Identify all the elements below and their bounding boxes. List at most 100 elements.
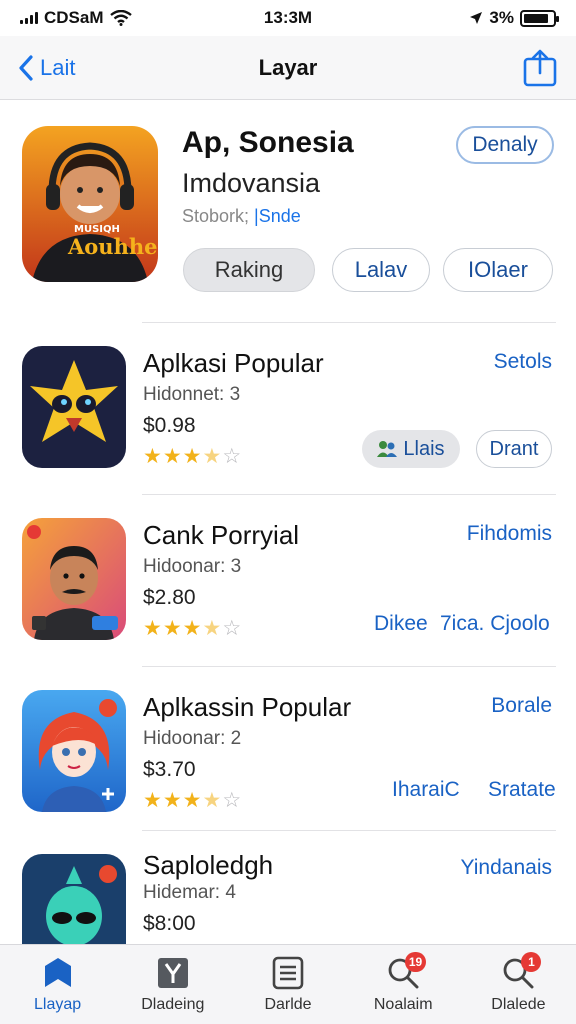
- app-developer: Hidemar: 4: [143, 882, 236, 903]
- app-link[interactable]: Fihdomis: [467, 522, 552, 546]
- status-bar: CDSaM 13:3M 3%: [0, 0, 576, 36]
- tab-dlalede[interactable]: 1 Dlalede: [461, 945, 576, 1024]
- share-button[interactable]: [418, 49, 558, 87]
- app-icon[interactable]: [22, 690, 126, 812]
- chevron-left-icon: [19, 54, 33, 81]
- carrier-label: CDSaM: [44, 8, 104, 27]
- y-box-icon: [156, 956, 190, 990]
- app-developer: Hidonnet: 3: [143, 384, 241, 405]
- featured-app: MUSIQH Aouhhe Ap, Sonesia Imdovansia Sto…: [0, 100, 576, 322]
- star-icon: ☆: [222, 445, 242, 468]
- app-price: $3.70: [143, 758, 196, 781]
- app-name: Aplkasi Popular: [143, 348, 324, 378]
- icon-text-main: Aouhhe: [68, 234, 158, 259]
- get-button[interactable]: Denaly: [456, 126, 554, 164]
- tab-llayap[interactable]: Llayap: [0, 945, 115, 1024]
- action-button[interactable]: Drant: [476, 430, 552, 468]
- app-price: $0.98: [143, 414, 196, 437]
- featured-subtitle: Imdovansia: [182, 168, 321, 198]
- star-creature-icon: [22, 346, 126, 468]
- app-price: $8:00: [143, 912, 196, 935]
- app-price: $2.80: [143, 586, 196, 609]
- star-icon: ★: [182, 617, 202, 640]
- featured-app-icon[interactable]: MUSIQH Aouhhe: [22, 126, 158, 282]
- star-icon: ★: [202, 789, 222, 812]
- app-developer: Hidoonar: 3: [143, 556, 242, 577]
- star-icon: ★: [202, 617, 222, 640]
- alien-avatar-icon: [22, 854, 126, 944]
- action-link[interactable]: IharaiC: [392, 778, 460, 802]
- battery-percent: 3%: [489, 8, 514, 27]
- ranking-button[interactable]: Raking: [183, 248, 315, 292]
- shield-icon: [41, 956, 75, 990]
- star-icon: ☆: [222, 789, 242, 812]
- star-rating: ★ ★ ★ ★ ☆: [143, 618, 241, 639]
- star-rating: ★ ★ ★ ★ ☆: [143, 446, 241, 467]
- action-link[interactable]: Sratate: [488, 778, 556, 802]
- star-icon: ★: [143, 789, 162, 812]
- featured-meta-text: Stobork;: [182, 206, 255, 226]
- chip-lalav[interactable]: Lalav: [332, 248, 430, 292]
- star-icon: ★: [162, 789, 182, 812]
- tab-label: Noalaim: [373, 995, 433, 1013]
- star-icon: ★: [143, 617, 162, 640]
- app-icon[interactable]: [22, 854, 126, 944]
- featured-meta-link[interactable]: |Snde: [254, 206, 301, 226]
- page-title: Layar: [258, 54, 318, 80]
- star-rating: ★ ★ ★ ★ ☆: [143, 790, 241, 811]
- app-name: Saploledgh: [143, 850, 274, 880]
- action-chip[interactable]: Llais: [362, 430, 460, 468]
- location-icon: [470, 12, 483, 24]
- app-link[interactable]: Borale: [491, 694, 552, 718]
- star-icon: ★: [182, 445, 202, 468]
- man-avatar-icon: [22, 518, 126, 640]
- share-icon: [523, 49, 557, 86]
- app-name: Aplkassin Popular: [143, 692, 352, 722]
- status-right: 3%: [376, 8, 559, 28]
- list-item[interactable]: Aplkasi Popular Hidonnet: 3 $0.98 ★ ★ ★ ★ ☆ …: [0, 322, 576, 492]
- tab-label: Dlalede: [491, 995, 546, 1013]
- app-icon[interactable]: [22, 346, 126, 468]
- list-item[interactable]: Saploledgh Hidemar: 4 $8:00 Yindanais: [0, 830, 576, 944]
- app-link[interactable]: Yindanais: [461, 856, 552, 880]
- list-item[interactable]: Aplkassin Popular Hidoonar: 2 $3.70 ★ ★ ★ ★…: [0, 666, 576, 836]
- action-chip-label: Llais: [403, 437, 445, 460]
- signal-icon: [20, 12, 38, 24]
- status-left: CDSaM: [20, 8, 200, 28]
- featured-meta: Stobork; |Snde: [182, 206, 301, 227]
- app-developer: Hidoonar: 2: [143, 728, 242, 749]
- tab-label: Dladeing: [141, 995, 205, 1013]
- search-icon: 19: [386, 951, 427, 990]
- star-icon: ★: [162, 617, 182, 640]
- status-time: 13:3M: [263, 8, 313, 27]
- notification-badge: 1: [521, 951, 542, 972]
- girl-avatar-icon: [22, 690, 126, 812]
- star-icon: ☆: [222, 617, 242, 640]
- battery-icon: [520, 9, 559, 27]
- divider: [142, 666, 556, 667]
- star-icon: ★: [143, 445, 162, 468]
- list-item[interactable]: Cank Porryial Hidoonar: 3 $2.80 ★ ★ ★ ★ ☆ Fi…: [0, 494, 576, 664]
- action-link[interactable]: 7ica. Cjoolo: [440, 612, 550, 636]
- chip-iolaer[interactable]: IOlaer: [443, 248, 553, 292]
- action-link[interactable]: Dikee: [374, 612, 428, 636]
- tab-label: Llayap: [34, 995, 82, 1013]
- divider: [142, 322, 556, 323]
- tab-label: Darlde: [264, 995, 312, 1013]
- tab-noalaim[interactable]: 19 Noalaim: [346, 945, 461, 1024]
- app-link[interactable]: Setols: [494, 350, 552, 374]
- divider: [142, 494, 556, 495]
- tab-dladeing[interactable]: Dladeing: [115, 945, 230, 1024]
- star-icon: ★: [202, 445, 222, 468]
- divider: [142, 830, 556, 831]
- tab-darlde[interactable]: Darlde: [230, 945, 345, 1024]
- app-icon[interactable]: [22, 518, 126, 640]
- notification-badge: 19: [404, 951, 427, 972]
- featured-title: Ap, Sonesia: [182, 126, 354, 159]
- tab-bar: Llayap Dladeing Darlde 19 Noalaim 1 Dlal…: [0, 944, 576, 1024]
- people-icon: [377, 441, 398, 457]
- wifi-icon: [109, 10, 132, 26]
- list-icon: [271, 956, 305, 990]
- star-icon: ★: [162, 445, 182, 468]
- back-button[interactable]: Lait: [18, 55, 158, 81]
